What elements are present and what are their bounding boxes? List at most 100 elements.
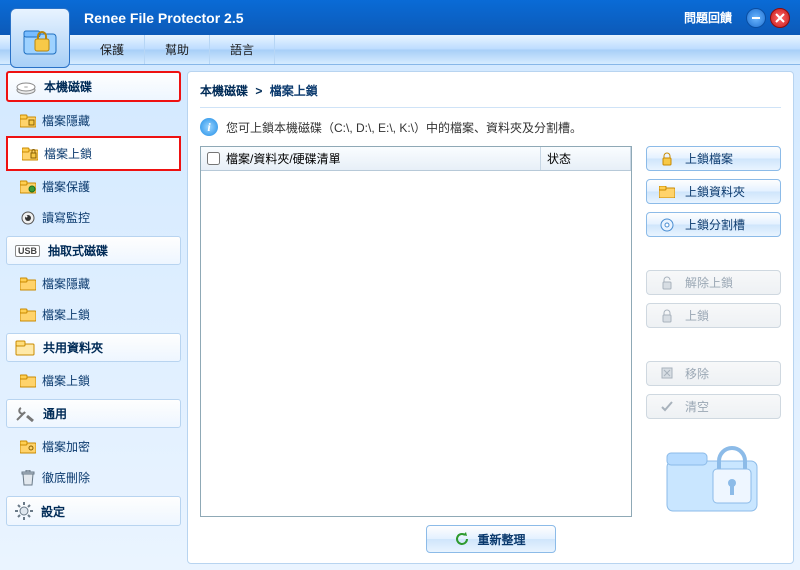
file-table: 檔案/資料夾/硬碟清單 状态 — [200, 146, 632, 517]
sidebar-item-removable-lock[interactable]: 檔案上鎖 — [6, 299, 181, 330]
sidebar-item-encrypt[interactable]: 檔案加密 — [6, 431, 181, 462]
breadcrumb: 本機磁碟 > 檔案上鎖 — [200, 82, 781, 108]
title-bar: Renee File Protector 2.5 問題回饋 — [0, 0, 800, 35]
sidebar-cat-label: 本機磁碟 — [44, 78, 92, 95]
disk-icon — [16, 79, 36, 95]
folder-key-icon — [20, 439, 36, 455]
sidebar-cat-label: 抽取式磁碟 — [48, 242, 108, 259]
sidebar-item-file-protect[interactable]: 檔案保護 — [6, 171, 181, 202]
sidebar-item-label: 檔案加密 — [42, 438, 90, 455]
sidebar-removable-items: 檔案隱藏 檔案上鎖 — [6, 268, 181, 330]
lock-partition-button[interactable]: 上鎖分割槽 — [646, 212, 781, 237]
footer: 重新整理 — [200, 525, 781, 553]
work-area: 檔案/資料夾/硬碟清單 状态 上鎖檔案 上鎖資料夾 — [200, 146, 781, 517]
col-status[interactable]: 状态 — [541, 147, 631, 170]
sidebar-cat-general[interactable]: 通用 — [6, 399, 181, 428]
sidebar-item-rw-monitor[interactable]: 讀寫監控 — [6, 202, 181, 233]
sidebar-item-label: 徹底刪除 — [42, 469, 90, 486]
folder-lock-illustration — [646, 427, 781, 517]
content-panel: 本機磁碟 > 檔案上鎖 i 您可上鎖本機磁碟（C:\, D:\, E:\, K:… — [187, 71, 794, 564]
shared-folder-icon — [15, 340, 35, 356]
folder-lock-icon — [22, 146, 38, 162]
minimize-button[interactable] — [746, 8, 766, 28]
info-icon: i — [200, 118, 218, 136]
sidebar-item-label: 檔案隱藏 — [42, 275, 90, 292]
refresh-button[interactable]: 重新整理 — [426, 525, 556, 553]
action-label: 清空 — [685, 398, 709, 415]
lock-icon — [659, 308, 675, 324]
col-status-label: 状态 — [547, 150, 571, 167]
lock-folder-button[interactable]: 上鎖資料夾 — [646, 179, 781, 204]
menu-bar: 保護 幫助 語言 — [0, 35, 800, 65]
usb-icon: USB — [15, 245, 40, 257]
folder-icon — [20, 276, 36, 292]
breadcrumb-sep: > — [255, 84, 262, 98]
sidebar-cat-local-disk[interactable]: 本機磁碟 — [6, 71, 181, 102]
table-header: 檔案/資料夾/硬碟清單 状态 — [201, 147, 631, 171]
select-all-checkbox[interactable] — [207, 152, 220, 165]
clear-button[interactable]: 清空 — [646, 394, 781, 419]
check-icon — [659, 398, 675, 414]
sidebar-local-items: 檔案隱藏 檔案上鎖 檔案保護 讀寫監控 — [6, 105, 181, 233]
sidebar-item-label: 檔案上鎖 — [42, 306, 90, 323]
sidebar-cat-label: 通用 — [43, 405, 67, 422]
folder-lock-icon — [20, 113, 36, 129]
sidebar-item-label: 檔案上鎖 — [44, 145, 92, 162]
sidebar-cat-label: 共用資料夾 — [43, 339, 103, 356]
trash-icon — [20, 470, 36, 486]
folder-lock-icon — [20, 373, 36, 389]
lock-file-button[interactable]: 上鎖檔案 — [646, 146, 781, 171]
disc-icon — [659, 217, 675, 233]
menu-protect[interactable]: 保護 — [80, 35, 145, 64]
sidebar-item-label: 檔案上鎖 — [42, 372, 90, 389]
col-items-label: 檔案/資料夾/硬碟清單 — [226, 150, 341, 167]
unlock-button[interactable]: 解除上鎖 — [646, 270, 781, 295]
sidebar-general-items: 檔案加密 徹底刪除 — [6, 431, 181, 493]
refresh-icon — [455, 532, 469, 546]
sidebar-cat-settings[interactable]: 設定 — [6, 496, 181, 526]
sidebar-item-label: 檔案保護 — [42, 178, 90, 195]
info-bar: i 您可上鎖本機磁碟（C:\, D:\, E:\, K:\）中的檔案、資料夾及分… — [200, 118, 781, 136]
tools-icon — [15, 406, 35, 422]
action-label: 解除上鎖 — [685, 274, 733, 291]
breadcrumb-root: 本機磁碟 — [200, 84, 248, 98]
remove-icon — [659, 365, 675, 381]
sidebar-item-file-lock[interactable]: 檔案上鎖 — [6, 136, 181, 171]
gear-icon — [15, 502, 33, 520]
menu-help[interactable]: 幫助 — [145, 35, 210, 64]
table-body — [201, 171, 631, 516]
sidebar-shared-items: 檔案上鎖 — [6, 365, 181, 396]
sidebar-item-label: 讀寫監控 — [42, 209, 90, 226]
app-title: Renee File Protector 2.5 — [84, 10, 684, 26]
close-button[interactable] — [770, 8, 790, 28]
action-label: 移除 — [685, 365, 709, 382]
sidebar-cat-label: 設定 — [41, 503, 65, 520]
sidebar-item-label: 檔案隱藏 — [42, 112, 90, 129]
breadcrumb-leaf: 檔案上鎖 — [270, 84, 318, 98]
lock-folder-icon — [21, 19, 59, 57]
col-items[interactable]: 檔案/資料夾/硬碟清單 — [201, 147, 541, 170]
lock-icon — [659, 151, 675, 167]
action-label: 上鎖資料夾 — [685, 183, 745, 200]
menu-language[interactable]: 語言 — [210, 35, 275, 64]
sidebar-item-shared-lock[interactable]: 檔案上鎖 — [6, 365, 181, 396]
sidebar: 本機磁碟 檔案隱藏 檔案上鎖 檔案保護 讀寫監控 USB 抽取式磁碟 — [6, 71, 181, 564]
lens-icon — [20, 210, 36, 226]
sidebar-item-removable-hide[interactable]: 檔案隱藏 — [6, 268, 181, 299]
actions-panel: 上鎖檔案 上鎖資料夾 上鎖分割槽 解除上鎖 上鎖 — [646, 146, 781, 517]
action-label: 上鎖檔案 — [685, 150, 733, 167]
sidebar-item-shred[interactable]: 徹底刪除 — [6, 462, 181, 493]
main-layout: 本機磁碟 檔案隱藏 檔案上鎖 檔案保護 讀寫監控 USB 抽取式磁碟 — [0, 65, 800, 570]
sidebar-cat-shared[interactable]: 共用資料夾 — [6, 333, 181, 362]
sidebar-cat-removable[interactable]: USB 抽取式磁碟 — [6, 236, 181, 265]
app-logo — [10, 8, 70, 68]
feedback-link[interactable]: 問題回饋 — [684, 9, 732, 26]
action-label: 上鎖 — [685, 307, 709, 324]
lock-button[interactable]: 上鎖 — [646, 303, 781, 328]
sidebar-item-file-hide[interactable]: 檔案隱藏 — [6, 105, 181, 136]
remove-button[interactable]: 移除 — [646, 361, 781, 386]
folder-shield-icon — [20, 179, 36, 195]
info-text: 您可上鎖本機磁碟（C:\, D:\, E:\, K:\）中的檔案、資料夾及分割槽… — [226, 119, 582, 136]
refresh-label: 重新整理 — [477, 531, 525, 548]
action-label: 上鎖分割槽 — [685, 216, 745, 233]
